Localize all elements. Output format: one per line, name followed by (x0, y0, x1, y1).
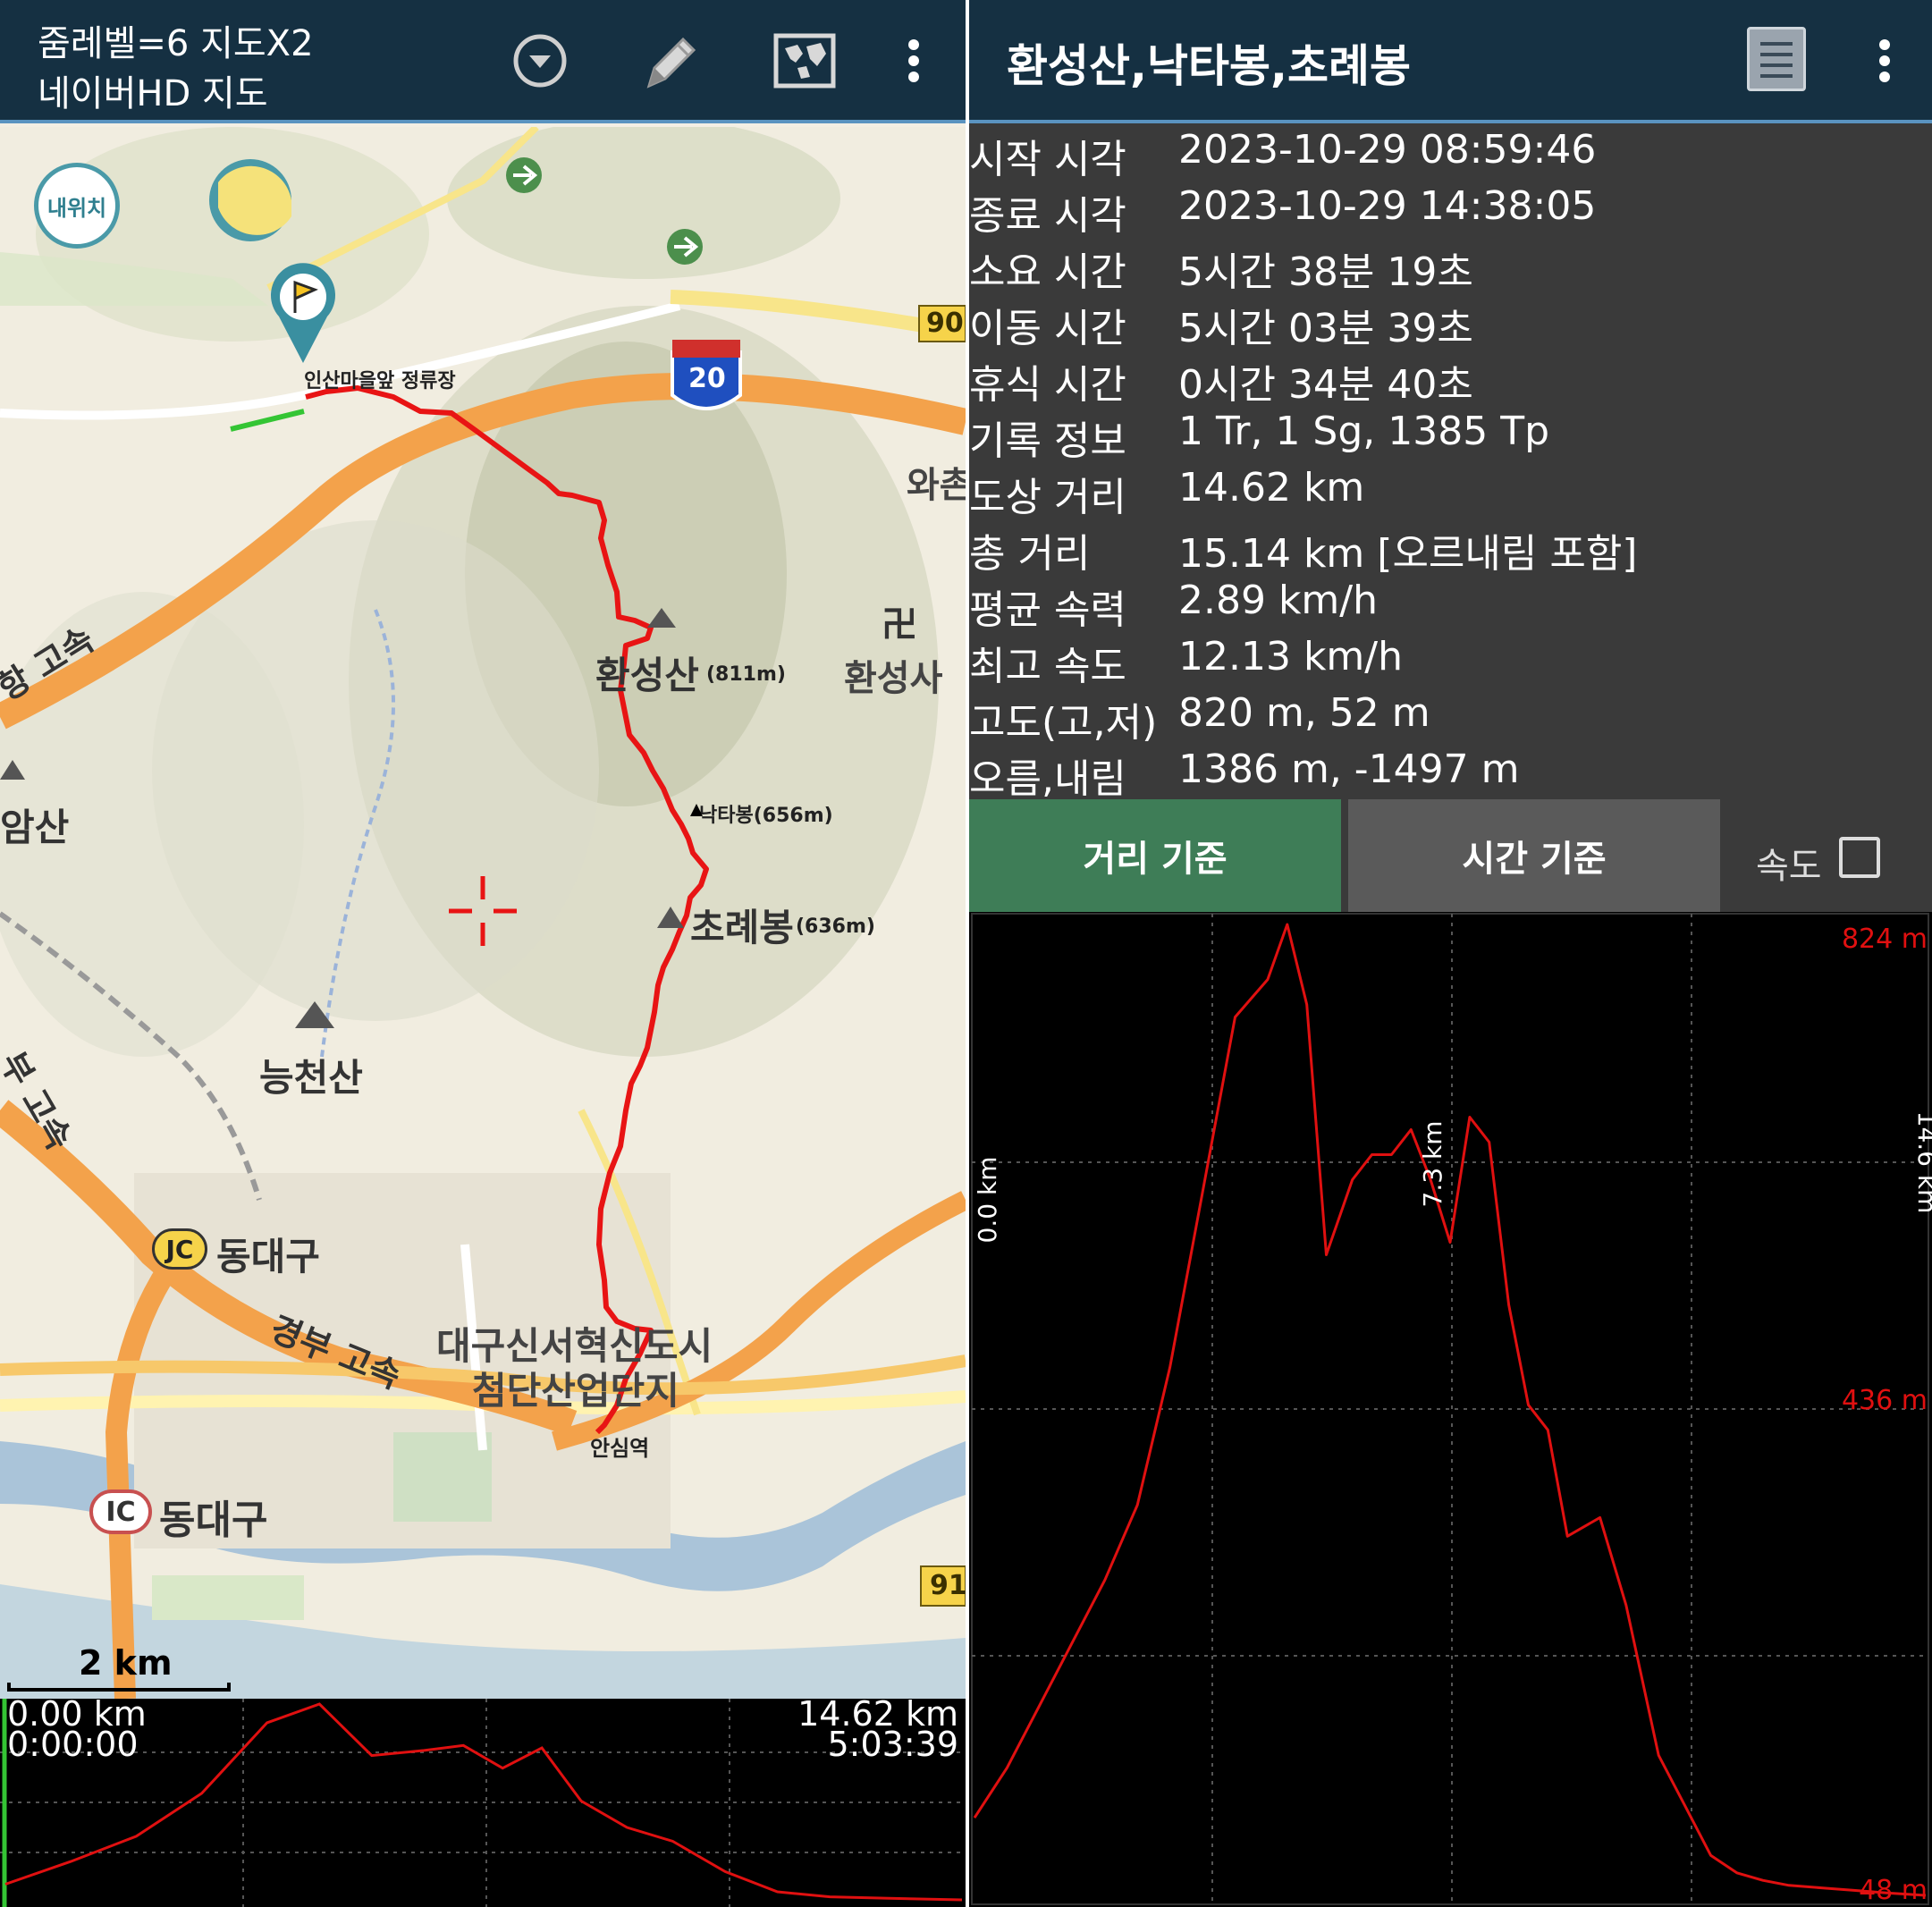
info-value: 820 m, 52 m (1178, 690, 1430, 736)
map-canvas[interactable]: 내위치 인산마을앞 정류장 20 90 91 와촌 卍 환성사 환성산 (811… (0, 127, 966, 1699)
info-key: 고도(고,저) (969, 700, 1158, 746)
elevation-chart-svg: 0.0 km 7.3 km 14.6 km 824 m 436 m 48 m (971, 913, 1932, 1906)
peak-hwanseongsan: 환성산 (595, 654, 699, 697)
info-key: 휴식 시간 (969, 362, 1126, 408)
info-value: 2.89 km/h (1178, 578, 1379, 623)
info-value: 5시간 38분 19초 (1178, 249, 1473, 295)
ic-badge: IC (89, 1489, 152, 1534)
info-key: 최고 속도 (969, 644, 1126, 689)
info-value: 2023-10-29 14:38:05 (1178, 183, 1597, 229)
info-key: 소요 시간 (969, 249, 1126, 295)
map-source-text: 네이버HD 지도 (38, 73, 268, 114)
info-value: 2023-10-29 08:59:46 (1178, 127, 1597, 173)
place-industrial: 첨단산업단지 (472, 1369, 679, 1413)
jc-badge: JC (152, 1228, 207, 1270)
info-row: 오름,내림 1386 m, -1497 m (969, 747, 1932, 803)
info-key: 시작 시각 (969, 137, 1126, 182)
info-key: 이동 시간 (969, 306, 1126, 351)
info-value: 15.14 km [오르내림 포함] (1178, 531, 1638, 577)
info-row: 소요 시간 5시간 38분 19초 (969, 240, 1932, 296)
y-tick-label: 824 m (1842, 924, 1928, 955)
info-key: 종료 시각 (969, 193, 1126, 239)
start-flag-icon[interactable] (268, 261, 338, 367)
info-row: 종료 시각 2023-10-29 14:38:05 (969, 183, 1932, 240)
highway-shield-text: 20 (688, 363, 726, 394)
peak-neungcheonsan: 능천산 (259, 1056, 363, 1100)
scale-bar (7, 1683, 231, 1692)
my-location-button[interactable]: 내위치 (34, 163, 120, 249)
info-key: 오름,내림 (969, 756, 1126, 802)
peak-amsan: 암산 (0, 806, 70, 849)
info-row: 고도(고,저) 820 m, 52 m (969, 690, 1932, 747)
map-panel: 줌레벨=6 지도X2 네이버HD 지도 내위치 인산마을앞 정류장 20 90 … (0, 0, 966, 1907)
scale-label: 2 km (79, 1643, 173, 1683)
info-key: 평균 속력 (969, 587, 1126, 633)
info-row: 휴식 시간 0시간 34분 40초 (969, 352, 1932, 409)
info-value: 1 Tr, 1 Sg, 1385 Tp (1178, 409, 1550, 454)
place-jc-dongdaegu: 동대구 (216, 1235, 320, 1278)
peak-choryebong-height: (636m) (796, 916, 875, 938)
x-tick-label: 0.0 km (973, 1157, 1002, 1244)
tab-distance-basis[interactable]: 거리 기준 (969, 799, 1341, 912)
ic-badge-text: IC (105, 1496, 136, 1528)
place-hwanseongsa: 환성사 (844, 658, 943, 699)
peak-naktabong: 낙타봉(656m) (699, 805, 833, 827)
pencil-icon[interactable] (637, 27, 704, 95)
road-91-badge: 91 (930, 1570, 966, 1601)
info-value: 5시간 03분 39초 (1178, 306, 1473, 351)
list-icon[interactable] (1747, 27, 1806, 91)
info-row: 최고 속도 12.13 km/h (969, 634, 1932, 690)
info-key: 총 거리 (969, 531, 1091, 577)
place-ic-dongdaegu: 동대구 (159, 1498, 268, 1543)
peak-choryebong: 초례봉 (690, 906, 794, 949)
track-info-panel: 환성산,낙타봉,초례봉 시작 시각 2023-10-29 08:59:46 종료 … (969, 0, 1932, 1907)
peak-hwanseongsan-height: (811m) (706, 663, 786, 686)
world-map-icon[interactable] (771, 27, 839, 95)
end-label: 안심역 (590, 1436, 650, 1461)
my-location-label: 내위치 (46, 195, 107, 221)
track-toolbar: 환성산,낙타봉,초례봉 (969, 0, 1932, 123)
dropdown-circle-icon[interactable] (506, 27, 574, 95)
place-wachon: 와촌 (907, 465, 966, 506)
info-value: 1386 m, -1497 m (1178, 747, 1520, 792)
road-90-badge: 90 (926, 308, 964, 339)
info-row: 기록 정보 1 Tr, 1 Sg, 1385 Tp (969, 409, 1932, 465)
y-tick-label: 48 m (1859, 1875, 1928, 1906)
mini-elevation-profile[interactable]: 0.00 km 0:00:00 14.62 km 5:03:39 (0, 1697, 966, 1907)
info-row: 도상 거리 14.62 km (969, 465, 1932, 521)
start-label: 인산마을앞 정류장 (304, 370, 456, 392)
info-row: 총 거리 15.14 km [오르내림 포함] (969, 521, 1932, 578)
info-value: 14.62 km (1178, 465, 1365, 511)
info-row: 시작 시각 2023-10-29 08:59:46 (969, 127, 1932, 183)
track-title: 환성산,낙타봉,초례봉 (1007, 40, 1411, 92)
speed-label: 속도 (1756, 846, 1822, 887)
x-tick-label: 7.3 km (1418, 1121, 1447, 1208)
mini-start-time: 0:00:00 (7, 1725, 139, 1764)
tab-time-basis[interactable]: 시간 기준 (1348, 799, 1720, 912)
info-row: 평균 속력 2.89 km/h (969, 578, 1932, 634)
elevation-chart[interactable]: 0.0 km 7.3 km 14.6 km 824 m 436 m 48 m (969, 912, 1932, 1907)
y-tick-label: 436 m (1842, 1385, 1928, 1416)
info-row: 이동 시간 5시간 03분 39초 (969, 296, 1932, 352)
more-vert-icon[interactable] (1851, 27, 1919, 95)
zoom-level-text: 줌레벨=6 지도X2 (38, 23, 314, 64)
mini-end-time: 5:03:39 (827, 1725, 959, 1764)
info-key: 기록 정보 (969, 418, 1126, 464)
naktabong-marker-icon (690, 804, 703, 816)
map-toolbar: 줌레벨=6 지도X2 네이버HD 지도 (0, 0, 966, 123)
temple-symbol: 卍 (882, 604, 917, 646)
info-value: 12.13 km/h (1178, 634, 1404, 679)
jc-badge-text: JC (165, 1234, 194, 1264)
speed-checkbox[interactable] (1839, 837, 1880, 878)
x-tick-label: 14.6 km (1912, 1111, 1932, 1214)
sun-moon-icon[interactable] (209, 159, 291, 241)
info-key: 도상 거리 (969, 475, 1126, 520)
more-vert-icon[interactable] (880, 27, 948, 95)
info-value: 0시간 34분 40초 (1178, 362, 1473, 408)
